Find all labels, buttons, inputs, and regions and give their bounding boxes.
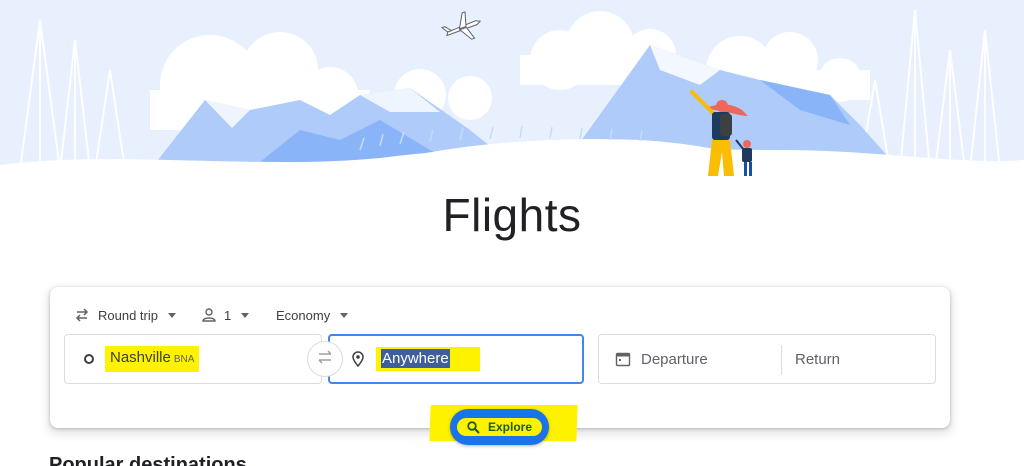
destination-value: Anywhere: [381, 349, 450, 368]
origin-city: Nashville: [110, 349, 171, 366]
cabin-class-dropdown[interactable]: Economy: [276, 303, 349, 327]
dates-field: Departure Return: [598, 334, 936, 384]
person-icon: [202, 308, 216, 322]
return-input[interactable]: Return: [795, 351, 840, 368]
page-title: Flights: [442, 189, 582, 241]
passengers-count: 1: [224, 307, 232, 323]
swap-origin-destination-button[interactable]: [307, 341, 343, 377]
explore-label: Explore: [487, 420, 532, 434]
flight-search-card: Round trip 1 Economy Nashville BNA Anywh…: [50, 287, 950, 445]
calendar-icon: [615, 351, 631, 367]
chevron-down-icon: [167, 312, 176, 318]
chevron-down-icon: [241, 312, 250, 318]
trip-type-dropdown[interactable]: Round trip: [74, 303, 176, 327]
chevron-down-icon: [340, 312, 349, 318]
location-pin-icon: [352, 351, 364, 367]
hero-landscape: [0, 0, 1024, 200]
trip-type-label: Round trip: [98, 307, 158, 323]
passengers-dropdown[interactable]: 1: [202, 303, 250, 327]
destination-input[interactable]: Anywhere: [328, 334, 584, 384]
date-divider: [781, 345, 782, 375]
swap-horizontal-icon: [74, 307, 90, 323]
explore-button-content: Explore: [456, 418, 542, 436]
explore-button[interactable]: Explore: [450, 409, 549, 445]
circle-icon: [83, 353, 95, 365]
popular-destinations-heading: Popular destinations: [49, 454, 247, 466]
hero-illustration: [0, 0, 1024, 200]
search-icon: [467, 420, 480, 434]
swap-icon: [316, 349, 334, 369]
departure-input[interactable]: Departure: [641, 351, 708, 368]
origin-value: Nashville BNA: [105, 346, 200, 372]
destination-highlight: Anywhere: [376, 347, 480, 371]
origin-input[interactable]: Nashville BNA: [64, 334, 322, 384]
cabin-class-label: Economy: [276, 307, 331, 323]
origin-code: BNA: [173, 354, 195, 365]
